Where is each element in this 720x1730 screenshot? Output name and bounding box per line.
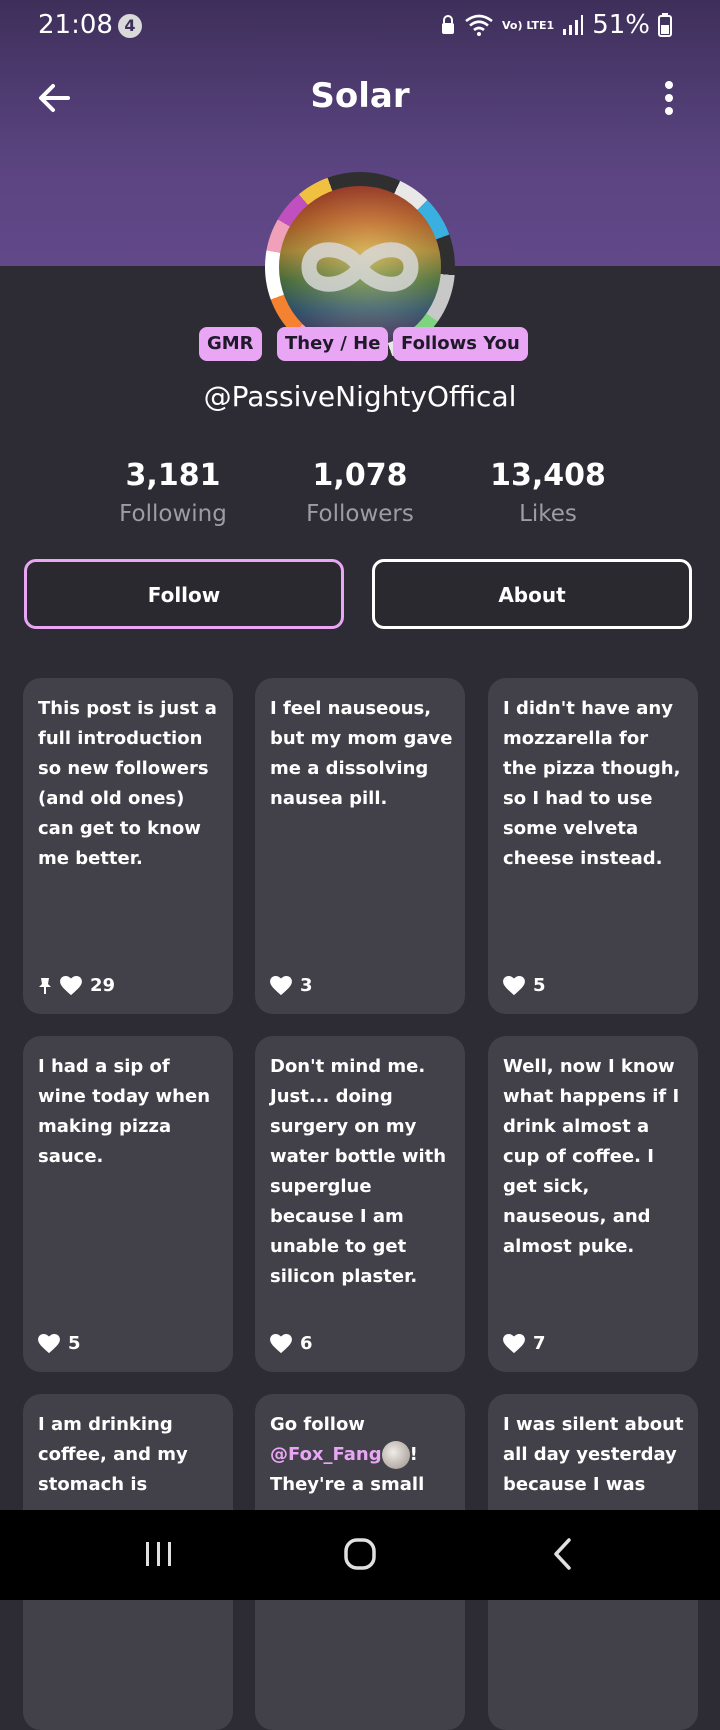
home-icon[interactable] [342,1532,378,1576]
profile-username: @PassiveNightyOffical [203,380,517,413]
tag-pronouns: They / He [277,327,389,361]
post-footer: 5 [38,1333,81,1354]
about-button[interactable]: About [372,559,692,629]
more-options-button[interactable] [662,80,676,116]
like-count: 5 [68,1333,81,1354]
post-text: This post is just a full introduction so… [38,698,217,869]
post-text: I didn't have any mozzarella for the piz… [503,698,681,869]
tag-follows-you: Follows You [393,327,528,361]
post-footer: 5 [503,975,546,996]
heart-icon[interactable] [270,975,292,996]
post-card[interactable]: I feel nauseous, but my mom gave me a di… [255,678,465,1014]
status-bar: 21:08 4 Vo) LTE1 51% [0,0,720,56]
signal-icon [563,15,584,35]
vpn-lock-icon [442,15,455,34]
post-card[interactable]: Don't mind me. Just... doing surgery on … [255,1036,465,1372]
post-text: Well, now I know what happens if I drink… [503,1056,680,1257]
like-count: 29 [90,975,116,996]
system-navigation-bar [0,1510,720,1600]
stat-value: 1,078 [312,458,408,493]
battery-percent: 51% [592,10,650,40]
page-title: Solar [310,76,410,116]
stat-value: 13,408 [490,458,606,493]
post-text: I am drinking coffee, and my stomach is [38,1414,188,1495]
post-card[interactable]: I didn't have any mozzarella for the piz… [488,678,698,1014]
post-text: I was silent about all day yesterday bec… [503,1414,684,1495]
post-text-prefix: Go follow [270,1414,365,1435]
post-text: Go follow @Fox_Fang! They're a small [270,1410,453,1500]
heart-icon[interactable] [60,975,82,996]
stat-value: 3,181 [125,458,221,493]
battery-icon [658,13,672,37]
post-text: Don't mind me. Just... doing surgery on … [270,1056,447,1287]
wifi-icon [465,14,493,36]
like-count: 6 [300,1333,313,1354]
follow-button[interactable]: Follow [24,559,344,629]
post-footer: 6 [270,1333,313,1354]
heart-icon[interactable] [270,1333,292,1354]
avatar-image [279,186,441,348]
post-footer: 7 [503,1333,546,1354]
post-card[interactable]: Well, now I know what happens if I drink… [488,1036,698,1372]
post-text: I had a sip of wine today when making pi… [38,1056,211,1167]
heart-icon[interactable] [503,1333,525,1354]
user-mention-link[interactable]: @Fox_Fang [270,1444,382,1465]
stat-label: Followers [306,501,414,527]
stat-label: Likes [519,501,577,527]
stat-following[interactable]: 3,181 Following [83,458,263,527]
like-count: 7 [533,1333,546,1354]
network-type-label: Vo) LTE1 [502,18,555,32]
stat-label: Following [119,501,227,527]
heart-icon[interactable] [503,975,525,996]
more-vertical-icon [665,81,673,115]
post-footer: 29 [38,975,115,996]
stat-followers[interactable]: 1,078 Followers [270,458,450,527]
infinity-symbol-icon [301,242,419,292]
pin-icon [39,977,51,994]
post-card[interactable]: This post is just a full introduction so… [23,678,233,1014]
status-time: 21:08 [38,10,113,40]
tag-gmr: GMR [199,327,262,361]
recent-apps-icon[interactable] [144,1532,174,1576]
mention-avatar [381,1441,410,1469]
stat-likes[interactable]: 13,408 Likes [458,458,638,527]
heart-icon[interactable] [38,1333,60,1354]
back-nav-icon[interactable] [552,1532,574,1576]
post-card[interactable]: I had a sip of wine today when making pi… [23,1036,233,1372]
like-count: 5 [533,975,546,996]
notification-count-badge: 4 [118,14,142,38]
post-text: I feel nauseous, but my mom gave me a di… [270,698,453,809]
like-count: 3 [300,975,313,996]
status-icons: Vo) LTE1 51% [440,10,672,40]
post-footer: 3 [270,975,313,996]
